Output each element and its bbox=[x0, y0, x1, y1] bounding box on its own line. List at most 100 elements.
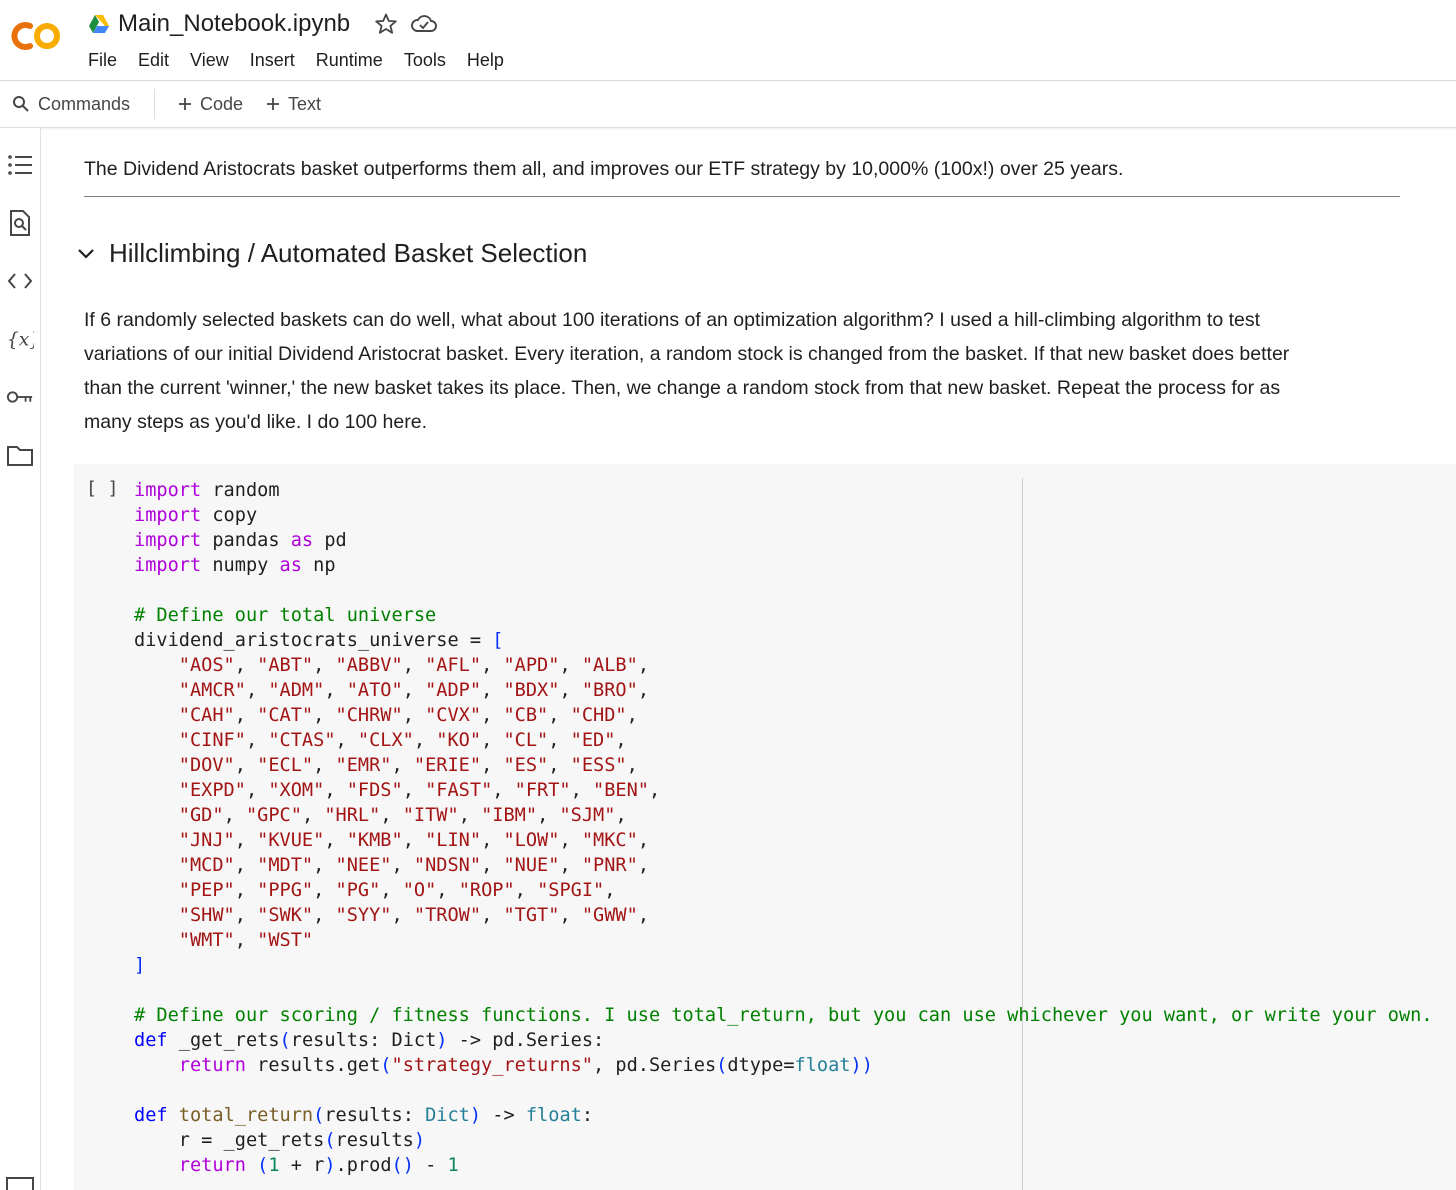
menu-runtime[interactable]: Runtime bbox=[316, 50, 383, 71]
code-token: "BDX" bbox=[503, 680, 560, 701]
code-token: , bbox=[481, 655, 504, 676]
notebook-title[interactable]: Main_Notebook.ipynb bbox=[118, 10, 350, 38]
code-token: , bbox=[615, 730, 627, 751]
code-token: "FDS" bbox=[346, 780, 403, 801]
menu-tools[interactable]: Tools bbox=[404, 50, 446, 71]
code-token: , bbox=[481, 905, 504, 926]
commands-button[interactable]: Commands bbox=[12, 81, 130, 127]
code-token: "CB" bbox=[503, 705, 549, 726]
code-token: 1 bbox=[268, 1155, 280, 1176]
code-token: "KMB" bbox=[346, 830, 403, 851]
code-token: , bbox=[234, 705, 258, 726]
variables-icon[interactable]: {x} bbox=[6, 325, 34, 353]
cloud-saved-icon[interactable] bbox=[410, 12, 438, 36]
paragraph-line: variations of our initial Dividend Arist… bbox=[84, 343, 1290, 365]
code-token: , bbox=[570, 780, 594, 801]
code-token: , bbox=[514, 880, 538, 901]
code-token: "WST" bbox=[257, 930, 314, 951]
code-token: "ABBV" bbox=[335, 655, 403, 676]
code-token: , bbox=[481, 830, 504, 851]
code-snippets-icon[interactable] bbox=[6, 267, 34, 295]
text-cell-description[interactable]: If 6 randomly selected baskets can do we… bbox=[84, 303, 1289, 439]
files-folder-icon[interactable] bbox=[6, 441, 34, 469]
code-token: , bbox=[313, 755, 336, 776]
code-token: import bbox=[134, 480, 202, 501]
code-token: "NEE" bbox=[335, 855, 392, 876]
code-token: pandas bbox=[201, 530, 291, 551]
code-token: , bbox=[604, 880, 616, 901]
code-token: "ITW" bbox=[402, 805, 459, 826]
run-cell-button[interactable]: [ ] bbox=[86, 478, 119, 499]
code-token: "EXPD" bbox=[178, 780, 246, 801]
code-token: "ERIE" bbox=[413, 755, 482, 776]
code-line: import pandas as pd bbox=[134, 528, 1433, 553]
code-token: "TGT" bbox=[503, 905, 560, 926]
colab-logo[interactable] bbox=[10, 18, 66, 54]
code-token: copy bbox=[201, 505, 258, 526]
code-token: , bbox=[481, 755, 504, 776]
add-text-button[interactable]: Text bbox=[266, 81, 321, 127]
code-token: "NUE" bbox=[503, 855, 560, 876]
code-line: # Define our total universe bbox=[134, 603, 1433, 628]
code-token: , bbox=[548, 755, 571, 776]
chevron-down-icon[interactable] bbox=[77, 248, 95, 260]
code-token: , bbox=[637, 905, 650, 926]
code-line: "SHW", "SWK", "SYY", "TROW", "TGT", "GWW… bbox=[134, 903, 1433, 928]
code-token: "KVUE" bbox=[257, 830, 325, 851]
menu-help[interactable]: Help bbox=[467, 50, 504, 71]
code-token: r = _get_rets bbox=[134, 1130, 325, 1151]
code-token: , bbox=[548, 705, 571, 726]
menu-insert[interactable]: Insert bbox=[250, 50, 295, 71]
code-token: "ATO" bbox=[346, 680, 403, 701]
code-line: "GD", "GPC", "HRL", "ITW", "IBM", "SJM", bbox=[134, 803, 1433, 828]
code-token: results bbox=[335, 1130, 414, 1151]
code-token: "FAST" bbox=[425, 780, 493, 801]
text-cell-summary[interactable]: The Dividend Aristocrats basket outperfo… bbox=[84, 152, 1123, 186]
table-of-contents-icon[interactable] bbox=[6, 151, 34, 179]
code-token: total_return bbox=[178, 1105, 314, 1126]
code-cell[interactable]: [ ] import random import copy import panda… bbox=[74, 464, 1456, 1190]
code-line: "MCD", "MDT", "NEE", "NDSN", "NUE", "PNR… bbox=[134, 853, 1433, 878]
code-token: , bbox=[559, 905, 582, 926]
terminal-icon[interactable] bbox=[6, 1176, 34, 1190]
menu-view[interactable]: View bbox=[190, 50, 229, 71]
star-icon[interactable] bbox=[374, 12, 398, 36]
code-line: return results.get("strategy_returns", p… bbox=[134, 1053, 1433, 1078]
code-token: "PEP" bbox=[178, 880, 235, 901]
menu-file[interactable]: File bbox=[88, 50, 117, 71]
code-token: , bbox=[234, 655, 258, 676]
code-token: "SHW" bbox=[178, 905, 235, 926]
code-token: ( bbox=[279, 1030, 291, 1051]
code-token: "CHRW" bbox=[335, 705, 403, 726]
code-token: "MCD" bbox=[178, 855, 235, 876]
add-code-button[interactable]: Code bbox=[178, 81, 243, 127]
code-token: + r bbox=[279, 1155, 325, 1176]
find-icon[interactable] bbox=[6, 209, 34, 237]
code-token: "IBM" bbox=[481, 805, 538, 826]
code-token: "GD" bbox=[178, 805, 224, 826]
code-token: -> bbox=[481, 1105, 526, 1126]
code-editor[interactable]: import random import copy import pandas as… bbox=[134, 478, 1433, 1178]
code-token: , bbox=[481, 855, 504, 876]
code-token: , bbox=[402, 830, 426, 851]
code-token: , bbox=[637, 855, 650, 876]
code-token: , bbox=[626, 705, 638, 726]
section-heading[interactable]: Hillclimbing / Automated Basket Selectio… bbox=[109, 238, 587, 269]
code-token: "ADP" bbox=[425, 680, 482, 701]
paragraph-line: than the current 'winner,' the new baske… bbox=[84, 377, 1281, 399]
secrets-key-icon[interactable] bbox=[6, 383, 34, 411]
code-line: "AMCR", "ADM", "ATO", "ADP", "BDX", "BRO… bbox=[134, 678, 1433, 703]
code-token: import bbox=[134, 505, 202, 526]
left-sidebar: {x} bbox=[0, 128, 41, 1190]
menu-edit[interactable]: Edit bbox=[138, 50, 169, 71]
notebook-content: The Dividend Aristocrats basket outperfo… bbox=[41, 128, 1456, 1190]
code-token: "APD" bbox=[503, 655, 560, 676]
code-token: results: bbox=[324, 1105, 426, 1126]
